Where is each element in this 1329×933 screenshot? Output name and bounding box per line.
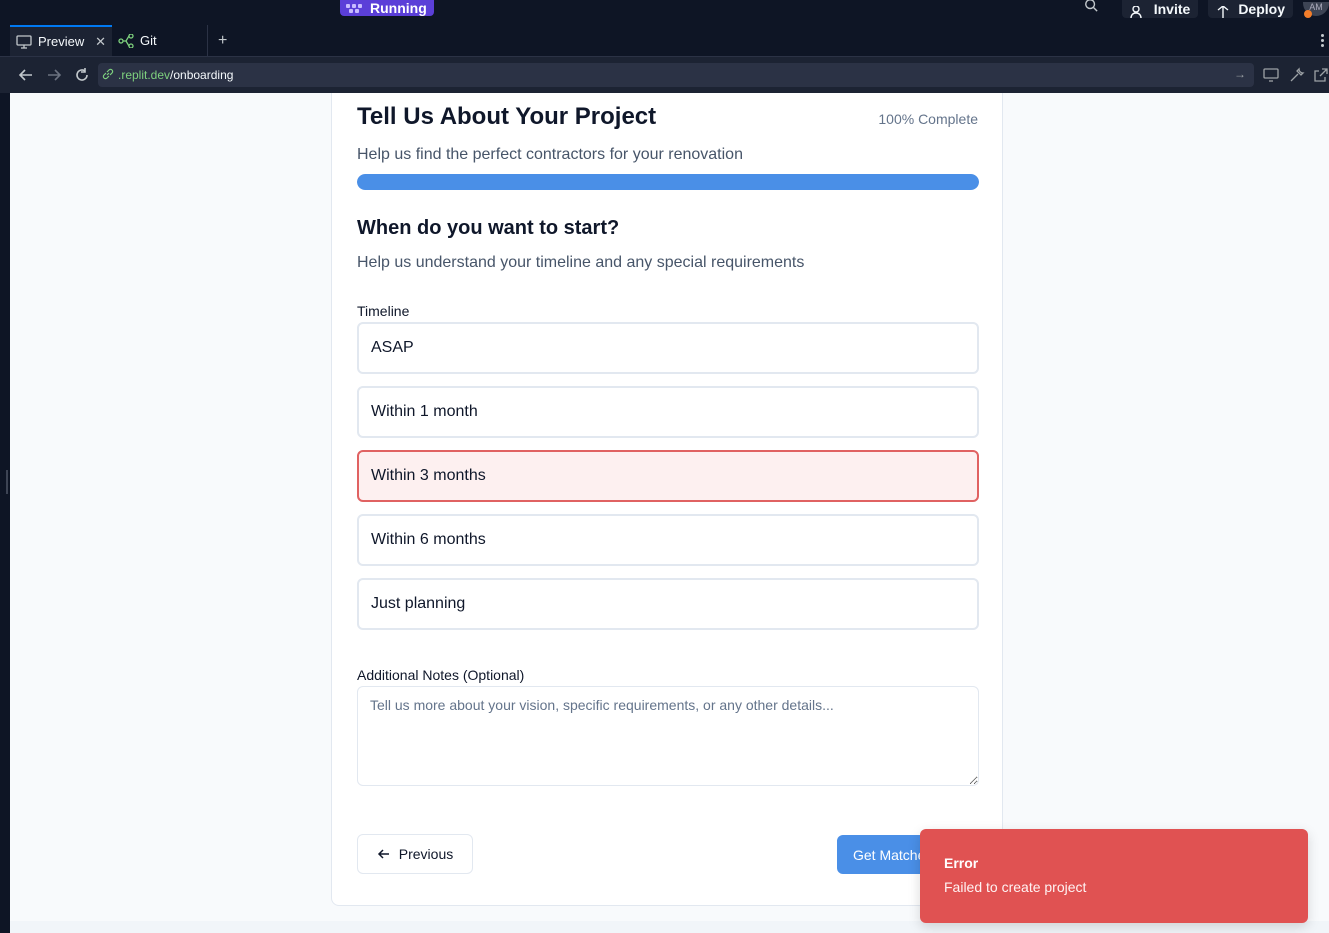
error-toast[interactable]: Error Failed to create project <box>920 829 1308 923</box>
tab-preview-label: Preview <box>38 34 85 49</box>
more-options-icon[interactable] <box>1321 34 1325 49</box>
deploy-label: Deploy <box>1238 1 1285 17</box>
page-subtitle: Help us find the perfect contractors for… <box>357 146 743 163</box>
search-icon[interactable] <box>1084 0 1098 12</box>
replit-logo-icon <box>346 4 362 16</box>
link-icon <box>102 68 114 80</box>
git-branch-icon <box>118 33 134 48</box>
onboarding-card: Tell Us About Your Project 100% Complete… <box>331 93 1003 906</box>
device-preview-icon[interactable] <box>1263 67 1279 83</box>
devtools-wrench-icon[interactable] <box>1289 67 1305 83</box>
url-field[interactable]: .replit.dev/onboarding → <box>98 63 1254 87</box>
notes-label: Additional Notes (Optional) <box>357 667 525 683</box>
deploy-button[interactable]: Deploy <box>1208 0 1293 18</box>
url-host: .replit.dev <box>118 68 171 82</box>
timeline-option-asap[interactable]: ASAP <box>357 322 979 374</box>
progress-label: 100% Complete <box>878 111 978 127</box>
run-status-button[interactable]: Running <box>340 0 434 16</box>
question-title: When do you want to start? <box>357 217 620 239</box>
url-path: /onboarding <box>170 68 234 82</box>
question-subtitle: Help us understand your timeline and any… <box>357 254 805 271</box>
invite-label: Invite <box>1153 1 1191 17</box>
tab-git-label: Git <box>140 33 157 48</box>
add-user-icon <box>1130 6 1142 18</box>
avatar-initials: AM <box>1309 2 1323 12</box>
timeline-label: Timeline <box>357 303 410 319</box>
preview-viewport: Tell Us About Your Project 100% Complete… <box>10 93 1329 933</box>
close-tab-icon[interactable]: ✕ <box>95 34 106 50</box>
run-status-label: Running <box>370 0 427 16</box>
notification-dot <box>1304 10 1312 18</box>
forward-arrow-icon[interactable] <box>46 67 62 83</box>
timeline-option-6-months[interactable]: Within 6 months <box>357 514 979 566</box>
tab-git[interactable]: Git <box>112 25 208 56</box>
invite-button[interactable]: Invite <box>1121 0 1199 18</box>
previous-button[interactable]: Previous <box>357 834 473 874</box>
progress-bar <box>357 174 979 190</box>
back-arrow-icon[interactable] <box>18 67 34 83</box>
notes-textarea[interactable] <box>357 686 979 786</box>
pane-tab-bar: Preview ✕ Git + <box>0 24 1329 57</box>
progress-bar-fill <box>357 174 979 190</box>
monitor-icon <box>16 34 32 49</box>
pane-resize-handle[interactable] <box>6 470 8 494</box>
go-arrow-icon[interactable]: → <box>1234 67 1246 81</box>
open-new-tab-icon[interactable] <box>1313 67 1329 83</box>
deploy-icon <box>1217 6 1229 18</box>
reload-icon[interactable] <box>74 67 90 83</box>
previous-label: Previous <box>398 846 454 862</box>
toast-title: Error <box>944 855 979 871</box>
arrow-left-icon <box>377 849 389 859</box>
timeline-option-3-months[interactable]: Within 3 months <box>357 450 979 502</box>
timeline-option-1-month[interactable]: Within 1 month <box>357 386 979 438</box>
user-avatar[interactable]: AM <box>1303 2 1329 18</box>
tab-preview[interactable]: Preview ✕ <box>10 25 112 56</box>
preview-url-bar: .replit.dev/onboarding → <box>0 57 1329 93</box>
timeline-option-just-planning[interactable]: Just planning <box>357 578 979 630</box>
ide-top-bar: Running Invite Deploy AM <box>0 0 1329 24</box>
add-tab-icon[interactable]: + <box>218 32 227 50</box>
toast-description: Failed to create project <box>944 879 1087 895</box>
